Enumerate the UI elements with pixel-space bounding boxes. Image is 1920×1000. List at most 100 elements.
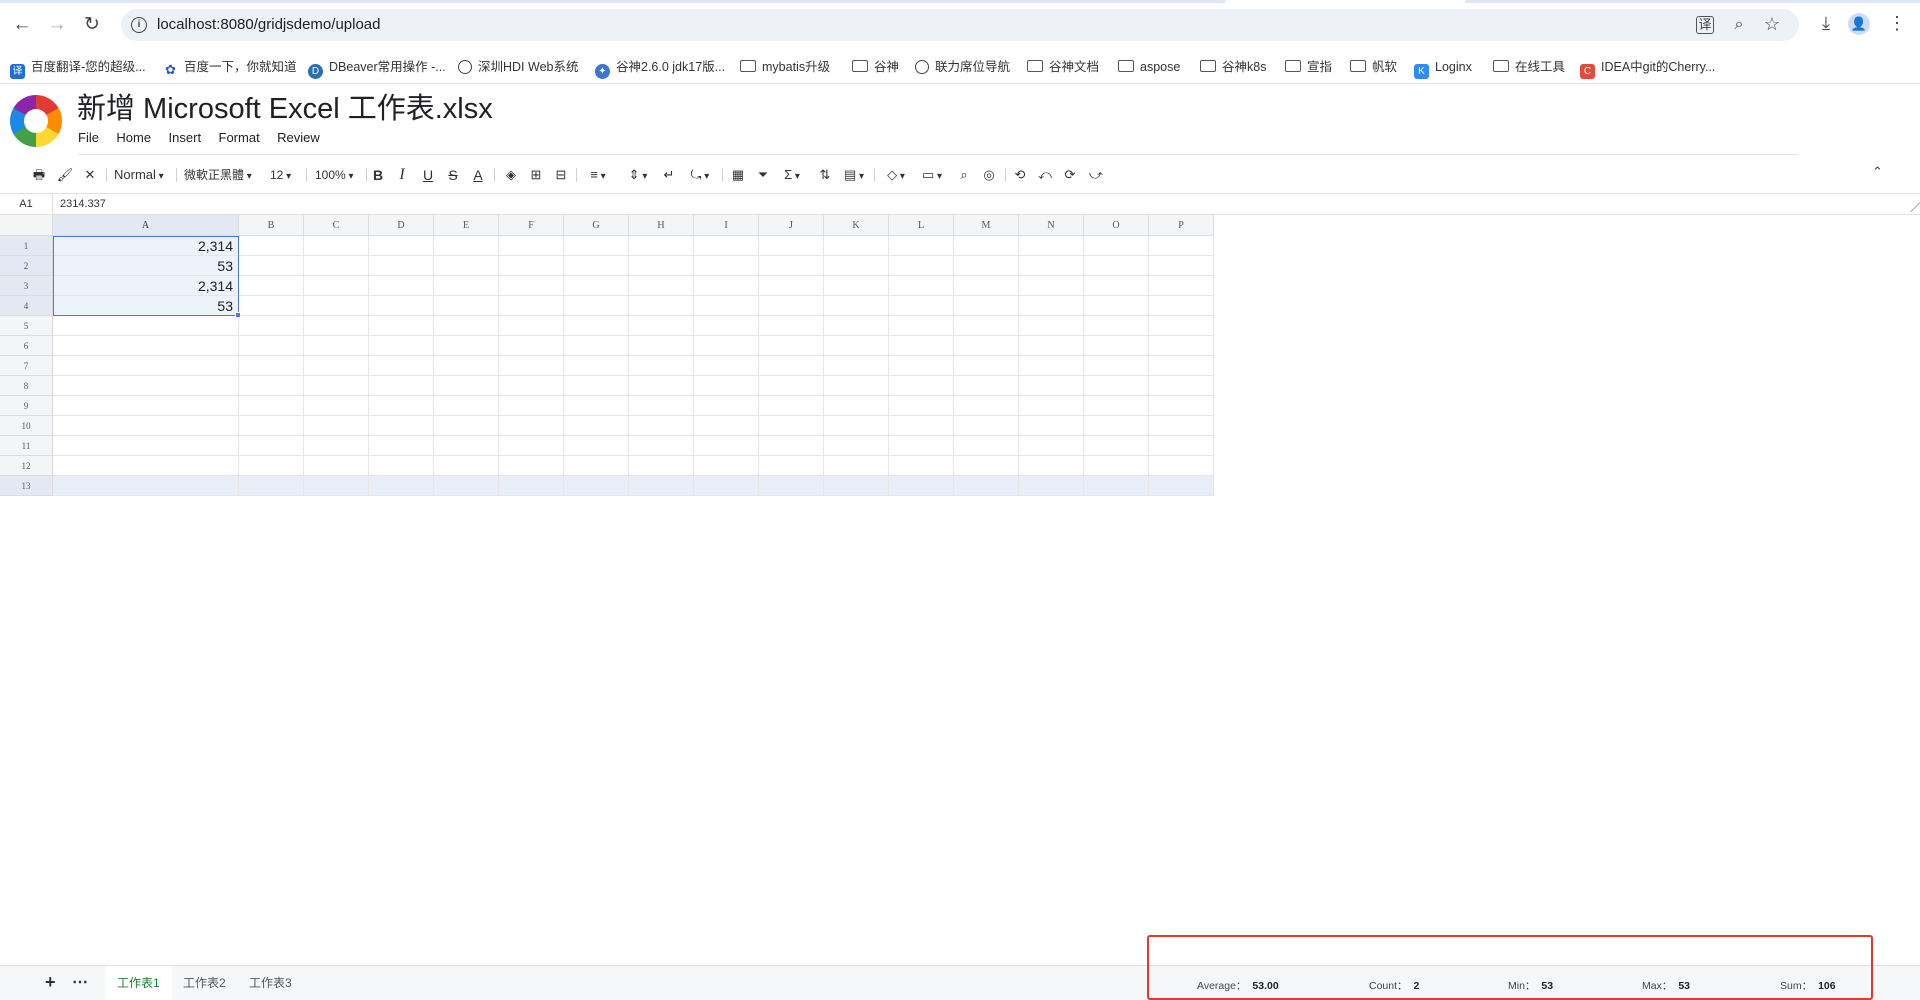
bookmark-item[interactable]: ✿ 百度一下，你就知道 [163,57,296,77]
cell-E7[interactable] [434,356,499,376]
cell-A13[interactable] [53,476,239,496]
cell-P10[interactable] [1149,416,1214,436]
cell-J10[interactable] [759,416,824,436]
cell-B11[interactable] [239,436,304,456]
cell-J11[interactable] [759,436,824,456]
cell-H1[interactable] [629,236,694,256]
column-header[interactable]: E [434,215,499,236]
cell-O2[interactable] [1084,256,1149,276]
cell-M3[interactable] [954,276,1019,296]
cell-C11[interactable] [304,436,369,456]
column-header[interactable]: I [694,215,759,236]
cell-F9[interactable] [499,396,564,416]
cell-P13[interactable] [1149,476,1214,496]
cell-D4[interactable] [369,296,434,316]
column-header[interactable]: H [629,215,694,236]
cell-J6[interactable] [759,336,824,356]
cell-D3[interactable] [369,276,434,296]
cell-B1[interactable] [239,236,304,256]
cell-D10[interactable] [369,416,434,436]
cell-C8[interactable] [304,376,369,396]
cell-M9[interactable] [954,396,1019,416]
cell-N6[interactable] [1019,336,1084,356]
cell-H7[interactable] [629,356,694,376]
cell-J4[interactable] [759,296,824,316]
sheet-tab-2[interactable]: 工作表2 [171,966,238,1000]
cell-P7[interactable] [1149,356,1214,376]
cell-A7[interactable] [53,356,239,376]
cell-J1[interactable] [759,236,824,256]
cell-K3[interactable] [824,276,889,296]
cell-M13[interactable] [954,476,1019,496]
cell-D5[interactable] [369,316,434,336]
cell-O1[interactable] [1084,236,1149,256]
download-icon[interactable]: ⤓ [1814,13,1838,34]
font-size-select[interactable]: 12 [270,165,302,185]
cell-M5[interactable] [954,316,1019,336]
row-header[interactable]: 11 [0,436,53,456]
cell-E12[interactable] [434,456,499,476]
font-family-select[interactable]: 微軟正黑體 [184,165,262,185]
bookmark-item[interactable]: aspose [1118,57,1180,77]
cell-G10[interactable] [564,416,629,436]
cell-I11[interactable] [694,436,759,456]
cell-M2[interactable] [954,256,1019,276]
cell-J2[interactable] [759,256,824,276]
table-icon[interactable]: ▦ [729,165,747,185]
cell-J5[interactable] [759,316,824,336]
cell-H9[interactable] [629,396,694,416]
chart-icon[interactable]: ▤ [840,165,868,185]
cell-N1[interactable] [1019,236,1084,256]
cell-G8[interactable] [564,376,629,396]
site-info-icon[interactable]: i [131,17,147,33]
menu-home[interactable]: Home [116,130,151,145]
cell-H3[interactable] [629,276,694,296]
column-header[interactable]: F [499,215,564,236]
row-header[interactable]: 10 [0,416,53,436]
cell-L7[interactable] [889,356,954,376]
resize-grip-icon[interactable] [1901,202,1920,212]
cell-F3[interactable] [499,276,564,296]
cell-F1[interactable] [499,236,564,256]
cell-C1[interactable] [304,236,369,256]
cell-G9[interactable] [564,396,629,416]
zoom-icon[interactable]: ⌕ [1728,16,1750,34]
cell-O4[interactable] [1084,296,1149,316]
cell-B13[interactable] [239,476,304,496]
cell-H5[interactable] [629,316,694,336]
cell-M4[interactable] [954,296,1019,316]
cell-B2[interactable] [239,256,304,276]
filter-icon[interactable]: ⏷ [754,165,772,185]
cell-P9[interactable] [1149,396,1214,416]
row-header[interactable]: 12 [0,456,53,476]
borders-icon[interactable]: ⊞ [527,165,545,185]
cell-P1[interactable] [1149,236,1214,256]
cell-A2[interactable]: 53 [53,256,239,276]
row-header[interactable]: 4 [0,296,53,316]
cell-H6[interactable] [629,336,694,356]
cell-O7[interactable] [1084,356,1149,376]
forward-icon[interactable]: → [45,13,69,37]
cell-G2[interactable] [564,256,629,276]
cell-K4[interactable] [824,296,889,316]
cell-L5[interactable] [889,316,954,336]
cell-J13[interactable] [759,476,824,496]
row-header[interactable]: 9 [0,396,53,416]
cell-O5[interactable] [1084,316,1149,336]
column-header[interactable]: A [53,215,239,236]
bookmark-item[interactable]: ✦ 谷神2.6.0 jdk17版... [595,57,725,79]
zoom-select[interactable]: 100% [315,165,363,185]
cell-C13[interactable] [304,476,369,496]
bookmark-item[interactable]: 宣指 [1285,57,1332,77]
bookmark-item[interactable]: 谷神文档 [1027,57,1099,77]
cell-F12[interactable] [499,456,564,476]
cell-K7[interactable] [824,356,889,376]
cell-D2[interactable] [369,256,434,276]
sheet-tab-1[interactable]: 工作表1 [105,966,172,1000]
undo-icon[interactable]: ⟲ [1011,165,1029,185]
menu-format[interactable]: Format [219,130,260,145]
cell-E8[interactable] [434,376,499,396]
cell-B6[interactable] [239,336,304,356]
search-icon[interactable]: ⌕ [955,165,973,185]
cell-P6[interactable] [1149,336,1214,356]
